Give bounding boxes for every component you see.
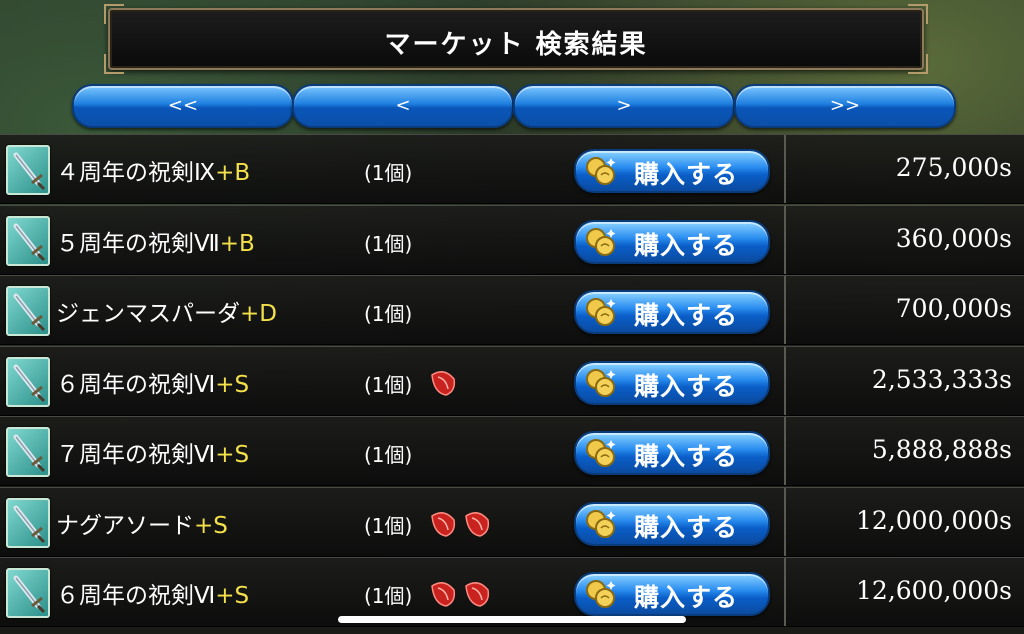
- listing-row: ４周年の祝剣Ⅸ+B (1個) 購入する 275,000s: [0, 134, 1024, 204]
- column-divider: [784, 417, 786, 485]
- item-grade: +B: [215, 160, 251, 186]
- listing-row: ５周年の祝剣Ⅶ+B (1個) 購入する 360,000s: [0, 204, 1024, 275]
- frame-corner: [908, 4, 928, 24]
- item-name-text: ７周年の祝剣Ⅵ: [56, 442, 216, 468]
- item-price: 12,600,000s: [856, 576, 1012, 605]
- coin-icon: [584, 437, 618, 469]
- home-indicator[interactable]: [338, 616, 686, 623]
- listing-row: ジェンマスパーダ+D (1個) 購入する 700,000s: [0, 275, 1024, 345]
- sword-icon[interactable]: [6, 568, 50, 618]
- item-name: ４周年の祝剣Ⅸ+B: [56, 153, 250, 187]
- item-name-text: ６周年の祝剣Ⅵ: [56, 371, 216, 398]
- column-divider: [784, 487, 786, 556]
- sword-icon[interactable]: [6, 427, 50, 477]
- last-page-button[interactable]: >>: [734, 84, 956, 128]
- red-rune-icon: [428, 369, 458, 397]
- sword-icon[interactable]: [6, 356, 50, 407]
- coin-icon: [584, 296, 618, 328]
- buy-button-label: 購入する: [634, 442, 739, 471]
- buy-button-label: 購入する: [634, 583, 739, 612]
- buy-button[interactable]: 購入する: [574, 219, 770, 264]
- column-divider: [784, 135, 786, 203]
- buy-button-label: 購入する: [634, 371, 739, 401]
- buy-button-label: 購入する: [634, 301, 739, 330]
- item-quantity: (1個): [364, 584, 413, 608]
- buy-button[interactable]: 購入する: [574, 290, 770, 334]
- coin-icon: [584, 578, 618, 610]
- buy-button-label: 購入する: [634, 512, 739, 542]
- sword-icon[interactable]: [6, 286, 50, 336]
- item-quantity: (1個): [364, 443, 413, 467]
- item-name-text: ６周年の祝剣Ⅵ: [56, 583, 216, 609]
- listing-row: ７周年の祝剣Ⅵ+S (1個) 購入する 5,888,888s: [0, 416, 1024, 486]
- frame-corner: [104, 4, 124, 24]
- item-name-text: ５周年の祝剣Ⅶ: [56, 230, 220, 257]
- item-quantity: (1個): [364, 372, 413, 397]
- item-price: 700,000s: [895, 294, 1012, 323]
- item-name-text: ４周年の祝剣Ⅸ: [56, 160, 216, 186]
- coin-icon: [584, 155, 618, 187]
- buy-button[interactable]: 購入する: [574, 149, 770, 193]
- result-list: ４周年の祝剣Ⅸ+B (1個) 購入する 275,000s ５周年の祝剣Ⅶ+B (1個) 購入…: [0, 134, 1024, 634]
- column-divider: [784, 205, 786, 274]
- item-name: ナグアソード+S: [56, 506, 228, 540]
- item-grade: +S: [215, 371, 250, 398]
- item-name: ７周年の祝剣Ⅵ+S: [56, 435, 249, 469]
- item-name: ６周年の祝剣Ⅵ+S: [56, 365, 249, 399]
- item-name: ５周年の祝剣Ⅶ+B: [56, 224, 255, 258]
- item-quantity: (1個): [364, 161, 413, 185]
- item-grade: +B: [219, 230, 255, 257]
- column-divider: [784, 558, 786, 626]
- item-quantity: (1個): [364, 513, 413, 538]
- item-price: 2,533,333s: [871, 364, 1012, 394]
- coin-icon: [584, 508, 618, 540]
- item-price: 275,000s: [895, 153, 1012, 182]
- buy-button-label: 購入する: [634, 160, 739, 189]
- item-grade: +S: [194, 512, 228, 539]
- buy-button[interactable]: 購入する: [574, 360, 770, 405]
- buy-button[interactable]: 購入する: [574, 431, 770, 475]
- buy-button[interactable]: 購入する: [574, 572, 770, 616]
- pagination: << < > >>: [72, 84, 956, 128]
- item-name-text: ナグアソード: [56, 512, 194, 539]
- red-rune-icon: [428, 580, 458, 608]
- listing-row: ６周年の祝剣Ⅵ+S (1個) 購入する 2,533,333s: [0, 345, 1024, 416]
- item-name: ６周年の祝剣Ⅵ+S: [56, 576, 249, 610]
- buy-button-label: 購入する: [634, 230, 739, 260]
- red-rune-icon: [462, 510, 492, 538]
- item-price: 360,000s: [895, 223, 1012, 253]
- item-quantity: (1個): [364, 302, 413, 326]
- sword-icon[interactable]: [6, 497, 50, 548]
- item-grade: +D: [240, 301, 277, 327]
- coin-icon: [584, 367, 618, 399]
- item-quantity: (1個): [364, 231, 413, 256]
- listing-row: ナグアソード+S (1個) 購入する 12,000,000s: [0, 486, 1024, 557]
- next-page-button[interactable]: >: [513, 84, 735, 128]
- column-divider: [784, 276, 786, 344]
- sword-icon[interactable]: [6, 215, 50, 266]
- coin-icon: [584, 226, 618, 258]
- item-grade: +S: [215, 583, 250, 609]
- item-price: 12,000,000s: [856, 505, 1012, 535]
- item-name: ジェンマスパーダ+D: [56, 294, 277, 328]
- red-rune-icon: [428, 510, 458, 538]
- title-bar: マーケット 検索結果: [104, 4, 928, 74]
- page-title: マーケット 検索結果: [384, 30, 648, 60]
- column-divider: [784, 346, 786, 415]
- item-grade: +S: [215, 442, 250, 468]
- sword-icon[interactable]: [6, 145, 50, 195]
- prev-page-button[interactable]: <: [292, 84, 514, 128]
- first-page-button[interactable]: <<: [72, 84, 294, 128]
- item-name-text: ジェンマスパーダ: [56, 301, 240, 327]
- item-price: 5,888,888s: [871, 435, 1012, 464]
- red-rune-icon: [462, 580, 492, 608]
- buy-button[interactable]: 購入する: [574, 501, 770, 546]
